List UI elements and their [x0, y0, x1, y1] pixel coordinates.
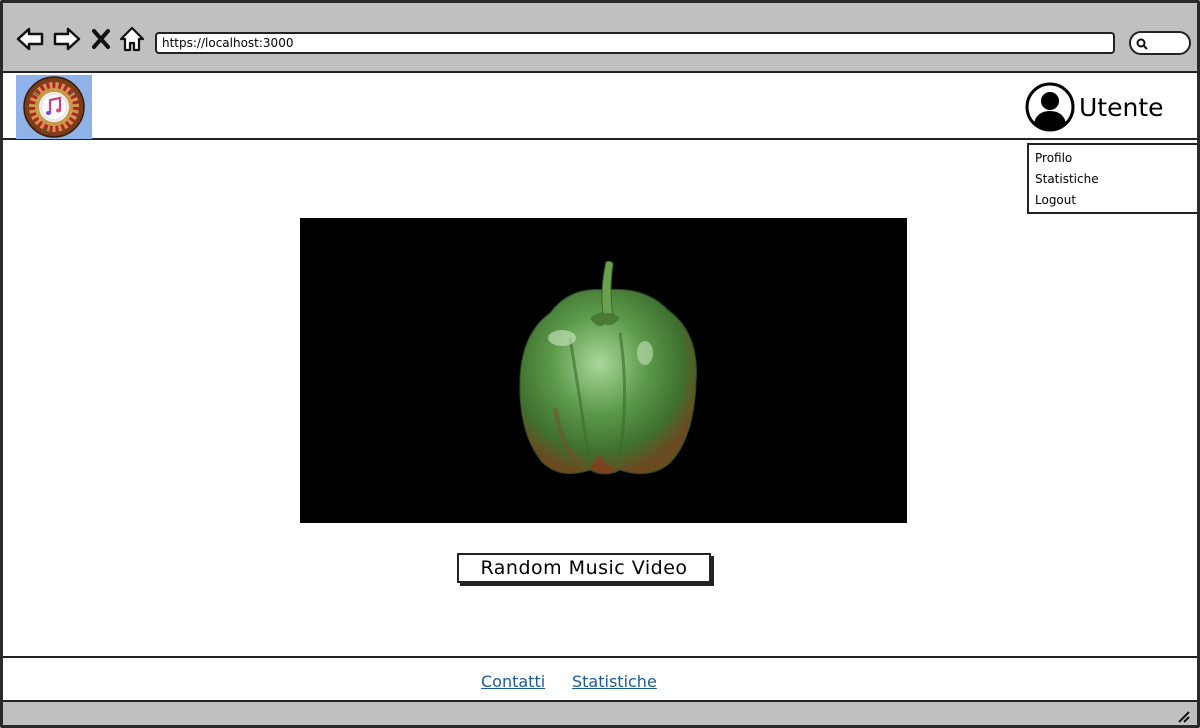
- user-name-label: Utente: [1079, 92, 1164, 122]
- music-roulette-logo[interactable]: [16, 75, 92, 139]
- browser-toolbar: https://localhost:3000: [3, 3, 1197, 73]
- resize-handle-icon[interactable]: [1175, 708, 1191, 724]
- video-player[interactable]: [300, 218, 907, 523]
- user-dropdown-menu: Profilo Statistiche Logout: [1027, 143, 1197, 214]
- browser-status-bar: [3, 702, 1197, 725]
- random-music-video-button[interactable]: Random Music Video: [457, 553, 711, 583]
- user-menu-toggle[interactable]: Utente: [1025, 81, 1164, 133]
- menu-item-profilo[interactable]: Profilo: [1035, 148, 1197, 169]
- app-header: Utente: [3, 73, 1197, 140]
- home-icon[interactable]: [117, 24, 147, 54]
- user-avatar-icon: [1025, 82, 1075, 132]
- bell-pepper-image: [519, 260, 697, 475]
- close-icon[interactable]: [90, 24, 112, 54]
- footer-link-contatti[interactable]: Contatti: [481, 672, 545, 691]
- menu-item-logout[interactable]: Logout: [1035, 190, 1197, 211]
- footer-link-statistiche[interactable]: Statistiche: [572, 672, 657, 691]
- browser-window: https://localhost:3000 Utente Profilo St…: [0, 0, 1200, 728]
- menu-item-statistiche[interactable]: Statistiche: [1035, 169, 1197, 190]
- footer: Contatti Statistiche: [3, 656, 1197, 702]
- search-icon: [1136, 38, 1148, 50]
- url-input[interactable]: https://localhost:3000: [155, 32, 1115, 54]
- forward-arrow-icon[interactable]: [52, 24, 82, 54]
- browser-search-field[interactable]: [1129, 31, 1191, 55]
- back-arrow-icon[interactable]: [15, 24, 45, 54]
